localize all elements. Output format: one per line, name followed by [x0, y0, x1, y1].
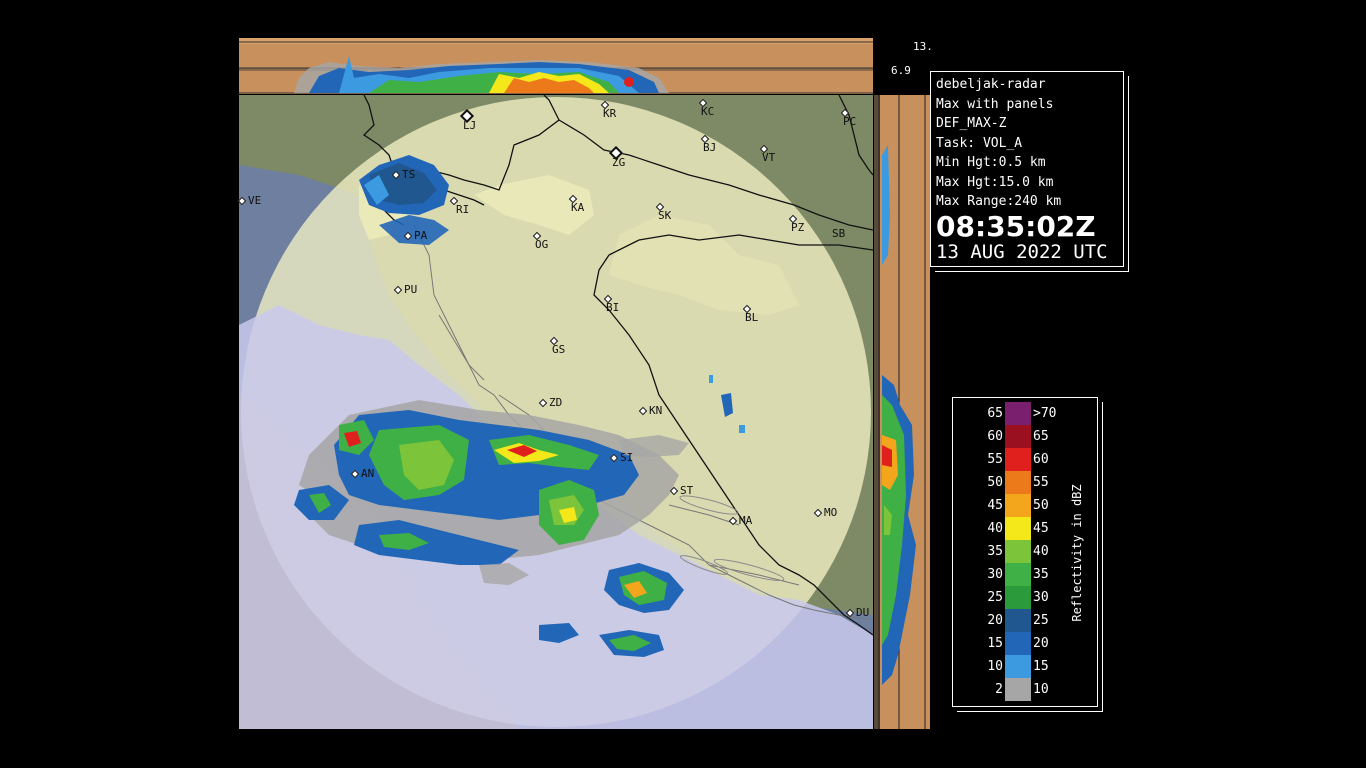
legend-row: 40 45	[953, 517, 1063, 540]
legend-low-value: 30	[987, 567, 1003, 582]
city-marker-pu: PU	[393, 284, 417, 295]
city-marker-kr: KR	[600, 99, 624, 119]
legend-row: 45 50	[953, 494, 1063, 517]
legend-low-value: 15	[987, 636, 1003, 651]
legend-row: 50 55	[953, 471, 1063, 494]
legend-high-value: 55	[1033, 475, 1049, 490]
legend-swatch	[1005, 425, 1031, 448]
legend-row: 35 40	[953, 540, 1063, 563]
legend-swatch	[1005, 448, 1031, 471]
legend-low-value: 35	[987, 544, 1003, 559]
legend-row: 10 15	[953, 655, 1063, 678]
city-marker-kc: KC	[698, 97, 722, 117]
config-name: DEF_MAX-Z	[936, 116, 1007, 131]
min-height: Min Hgt:0.5 km	[936, 155, 1046, 170]
scan-date: 13 AUG 2022 UTC	[936, 240, 1108, 263]
legend-row: 60 65	[953, 425, 1063, 448]
reflectivity-legend: 65 >70 60 65 55 60 50 55 45 50 40 45 35 40 30 35 25 30 20 2…	[952, 397, 1098, 707]
city-marker-ve: VE	[237, 195, 261, 206]
legend-low-value: 10	[987, 659, 1003, 674]
legend-row: 65 >70	[953, 402, 1063, 425]
legend-low-value: 60	[987, 429, 1003, 444]
legend-low-value: 45	[987, 498, 1003, 513]
legend-high-value: 30	[1033, 590, 1049, 605]
legend-row: 15 20	[953, 632, 1063, 655]
legend-high-value: 10	[1033, 682, 1049, 697]
city-marker-bi: BI	[603, 293, 627, 313]
legend-title: Reflectivity in dBZ	[1065, 398, 1089, 708]
city-marker-pc: PC	[840, 107, 864, 127]
legend-high-value: 60	[1033, 452, 1049, 467]
city-marker-si: SI	[609, 452, 633, 463]
legend-swatch	[1005, 655, 1031, 678]
city-marker-ri: RI	[449, 195, 473, 215]
legend-row: 25 30	[953, 586, 1063, 609]
city-marker-zg: ZG	[608, 145, 637, 168]
product-name: Max with panels	[936, 96, 1054, 112]
legend-high-value: 40	[1033, 544, 1049, 559]
city-marker-pa: PA	[403, 230, 427, 241]
site-name: debeljak-radar	[936, 77, 1046, 92]
legend-title-text: Reflectivity in dBZ	[1070, 484, 1084, 622]
city-marker-gs: GS	[549, 335, 573, 355]
scan-time: 08:35:02Z	[936, 209, 1096, 243]
city-marker-ma: MA	[728, 515, 752, 526]
legend-swatch	[1005, 563, 1031, 586]
city-marker-sk: SK	[655, 201, 679, 221]
max-range: Max Range:240 km	[936, 194, 1062, 209]
legend-high-value: 35	[1033, 567, 1049, 582]
right-cross-section-panel	[874, 95, 930, 729]
city-marker-mo: MO	[813, 507, 837, 518]
legend-high-value: >70	[1033, 406, 1057, 421]
city-marker-st: ST	[669, 485, 693, 496]
legend-low-value: 25	[987, 590, 1003, 605]
legend-high-value: 65	[1033, 429, 1049, 444]
task-name: Task: VOL_A	[936, 135, 1023, 151]
legend-swatch	[1005, 609, 1031, 632]
legend-low-value: 2	[995, 682, 1003, 697]
city-marker-ts: TS	[391, 169, 415, 180]
top-cross-section-panel	[239, 38, 873, 94]
max-height: Max Hgt:15.0 km	[936, 174, 1054, 190]
legend-swatch	[1005, 678, 1031, 701]
legend-high-value: 15	[1033, 659, 1049, 674]
legend-high-value: 25	[1033, 613, 1049, 628]
legend-high-value: 50	[1033, 498, 1049, 513]
legend-low-value: 55	[987, 452, 1003, 467]
city-marker-ka: KA	[568, 193, 592, 213]
city-marker-pz: PZ	[788, 213, 812, 233]
legend-swatch	[1005, 632, 1031, 655]
city-marker-lj: LJ	[459, 108, 488, 131]
city-marker-bl: BL	[742, 303, 766, 323]
legend-high-value: 45	[1033, 521, 1049, 536]
legend-low-value: 20	[987, 613, 1003, 628]
city-marker-og: OG	[532, 230, 556, 250]
legend-row: 20 25	[953, 609, 1063, 632]
city-marker-du: DU	[845, 607, 869, 618]
legend-swatch	[1005, 586, 1031, 609]
city-marker-vt: VT	[759, 143, 783, 163]
legend-swatch	[1005, 471, 1031, 494]
legend-row: 2 10	[953, 678, 1063, 701]
legend-row: 55 60	[953, 448, 1063, 471]
height-label-top: 13.	[913, 40, 933, 53]
legend-low-value: 40	[987, 521, 1003, 536]
legend-low-value: 50	[987, 475, 1003, 490]
legend-low-value: 65	[987, 406, 1003, 421]
legend-row: 30 35	[953, 563, 1063, 586]
height-label-mid: 6.9	[891, 64, 911, 77]
radar-info-panel: debeljak-radar Max with panels DEF_MAX-Z…	[930, 71, 1124, 267]
legend-swatch	[1005, 494, 1031, 517]
legend-swatch	[1005, 540, 1031, 563]
city-marker-kn: KN	[638, 405, 662, 416]
legend-high-value: 20	[1033, 636, 1049, 651]
city-marker-sb: SB	[832, 227, 846, 240]
legend-swatch	[1005, 517, 1031, 540]
city-labels: LJ KR KC PC BJ VT ZG TS VE RI KA SK PZ S…	[237, 95, 873, 729]
legend-swatch	[1005, 402, 1031, 425]
city-marker-bj: BJ	[700, 133, 724, 153]
city-marker-an: AN	[350, 468, 374, 479]
city-marker-zd: ZD	[538, 397, 562, 408]
